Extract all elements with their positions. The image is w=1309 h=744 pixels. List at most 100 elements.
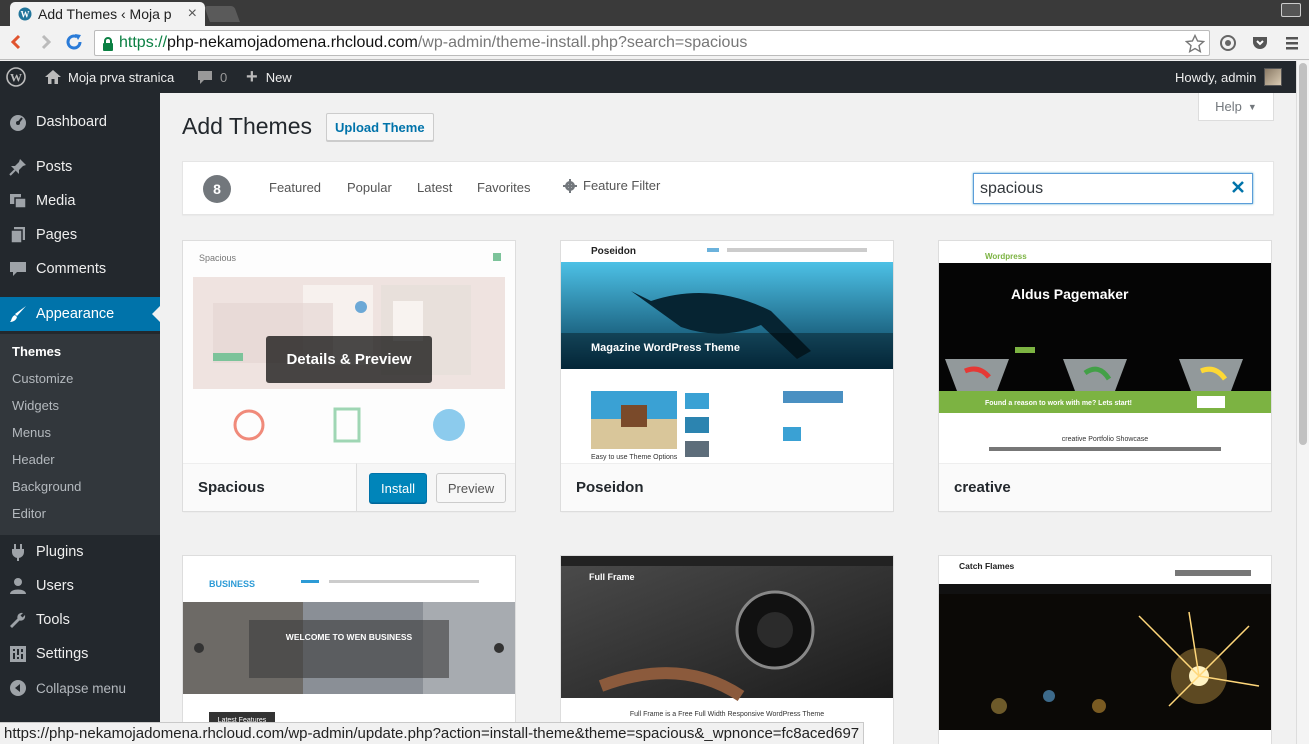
new-content-link[interactable]: + New (246, 61, 292, 93)
filter-favorites[interactable]: Favorites (477, 180, 530, 195)
brush-icon (8, 304, 28, 324)
back-arrow-icon (10, 34, 21, 50)
theme-card-wen-business[interactable]: BUSINESS WELCOME TO WEN BUSINESS Latest … (182, 555, 516, 744)
profile-icon[interactable] (1281, 3, 1301, 17)
bookmark-star-icon[interactable] (1184, 33, 1206, 57)
menu-users[interactable]: Users (0, 569, 160, 603)
filter-popular[interactable]: Popular (347, 180, 392, 195)
theme-card-poseidon[interactable]: Poseidon Magazine WordPress Theme Easy t… (560, 240, 894, 512)
menu-settings[interactable]: Settings (0, 637, 160, 671)
reload-icon (66, 34, 82, 50)
site-name-link[interactable]: Moja prva stranica (44, 61, 174, 93)
submenu-editor[interactable]: Editor (12, 506, 46, 521)
menu-label: Collapse menu (36, 680, 127, 696)
shot-section: creative Portfolio Showcase (1062, 436, 1148, 443)
clear-search-icon[interactable] (1232, 181, 1244, 196)
howdy-text: Howdy, admin (1175, 69, 1257, 85)
collapse-icon (8, 678, 28, 698)
menu-label: Plugins (36, 544, 84, 560)
theme-card-catch-flames[interactable]: Catch Flames (938, 555, 1272, 744)
scroll-thumb[interactable] (1299, 63, 1307, 445)
submenu-menus[interactable]: Menus (12, 425, 51, 440)
shot-brand: Poseidon (591, 246, 636, 257)
shot-hero-title: Magazine WordPress Theme (591, 342, 740, 354)
theme-actions: Install Preview (356, 463, 515, 511)
comments-link[interactable]: 0 (197, 61, 227, 93)
theme-search-input[interactable] (974, 174, 1252, 203)
theme-card-spacious[interactable]: Spacious Details & Preview Spacious Inst… (182, 240, 516, 512)
theme-card-creative[interactable]: Wordpress Aldus Pagemaker Found a reason… (938, 240, 1272, 512)
theme-card-full-frame[interactable]: Full Frame Full Frame is a Free Full Wid… (560, 555, 894, 744)
lock-icon (102, 37, 114, 54)
feature-filter-button[interactable]: Feature Filter (563, 178, 660, 193)
menu-label: Users (36, 578, 74, 594)
menu-pages[interactable]: Pages (0, 218, 160, 252)
site-name: Moja prva stranica (68, 69, 175, 85)
comments-count: 0 (220, 69, 228, 85)
submenu-widgets[interactable]: Widgets (12, 398, 59, 413)
new-tab-button[interactable] (204, 6, 240, 22)
plus-icon: + (246, 65, 258, 88)
user-icon (8, 576, 28, 596)
main-content: Add Themes Upload Theme Help ▼ 8 Feature… (160, 93, 1296, 744)
details-preview-overlay[interactable]: Details & Preview (266, 336, 432, 383)
menu-label: Appearance (36, 306, 115, 322)
wordpress-logo-icon[interactable]: W (6, 61, 26, 93)
menu-label: Posts (36, 159, 73, 175)
menu-media[interactable]: Media (0, 184, 160, 218)
forward-button[interactable] (34, 30, 58, 54)
plug-icon (8, 542, 28, 562)
shot-caption: Easy to use Theme Options (591, 454, 678, 461)
browser-tab-strip: W Add Themes ‹ Moja p × (0, 0, 1309, 26)
menu-dashboard[interactable]: Dashboard (0, 105, 160, 139)
menu-appearance[interactable]: Appearance (0, 297, 160, 331)
settings-icon (8, 644, 28, 664)
filter-featured[interactable]: Featured (269, 180, 321, 195)
wp-admin-bar: W Moja prva stranica 0 + New Howdy, admi… (0, 61, 1296, 93)
wordpress-favicon-icon: W (18, 7, 32, 21)
pin-icon (8, 157, 28, 177)
help-button[interactable]: Help ▼ (1198, 93, 1274, 121)
url-scheme: https:// (119, 34, 168, 51)
menu-hamburger-icon[interactable] (1281, 32, 1303, 54)
shot-brand: Catch Flames (959, 561, 1015, 571)
comment-icon (8, 259, 28, 279)
wrench-icon (8, 610, 28, 630)
back-button[interactable] (4, 30, 28, 54)
page-scrollbar[interactable] (1296, 61, 1309, 744)
tab-close-icon[interactable]: × (188, 5, 197, 23)
browser-tab[interactable]: W Add Themes ‹ Moja p × (10, 2, 205, 26)
theme-screenshot: Full Frame Full Frame is a Free Full Wid… (561, 556, 893, 744)
submenu-background[interactable]: Background (12, 479, 81, 494)
reload-button[interactable] (62, 30, 86, 54)
menu-label: Comments (36, 261, 107, 277)
preview-button[interactable]: Preview (436, 473, 506, 503)
submenu-customize[interactable]: Customize (12, 371, 73, 386)
menu-plugins[interactable]: Plugins (0, 535, 160, 569)
upload-theme-button[interactable]: Upload Theme (326, 113, 434, 141)
theme-name: Poseidon (576, 479, 644, 496)
avatar (1264, 68, 1283, 86)
menu-collapse[interactable]: Collapse menu (0, 671, 160, 705)
link-status-bar: https://php-nekamojadomena.rhcloud.com/w… (0, 722, 865, 744)
theme-screenshot: BUSINESS WELCOME TO WEN BUSINESS Latest … (183, 556, 515, 744)
gear-icon (563, 178, 577, 193)
theme-search-box (973, 173, 1253, 204)
filter-latest[interactable]: Latest (417, 180, 452, 195)
menu-comments[interactable]: Comments (0, 252, 160, 286)
menu-tools[interactable]: Tools (0, 603, 160, 637)
menu-posts[interactable]: Posts (0, 150, 160, 184)
submenu-themes[interactable]: Themes (12, 344, 61, 359)
install-button[interactable]: Install (369, 473, 427, 503)
pocket-icon[interactable] (1249, 32, 1271, 54)
menu-label: Dashboard (36, 114, 107, 130)
home-icon (45, 70, 61, 84)
my-account-link[interactable]: Howdy, admin (1175, 61, 1283, 93)
new-label: New (265, 69, 292, 85)
address-bar[interactable]: https:// php-nekamojadomena.rhcloud.com … (94, 30, 1210, 56)
theme-name: Spacious (198, 479, 265, 496)
theme-name-bar: creative (939, 463, 1271, 511)
extension-record-icon[interactable] (1217, 32, 1239, 54)
appearance-submenu: Themes Customize Widgets Menus Header Ba… (0, 334, 160, 535)
submenu-header[interactable]: Header (12, 452, 55, 467)
